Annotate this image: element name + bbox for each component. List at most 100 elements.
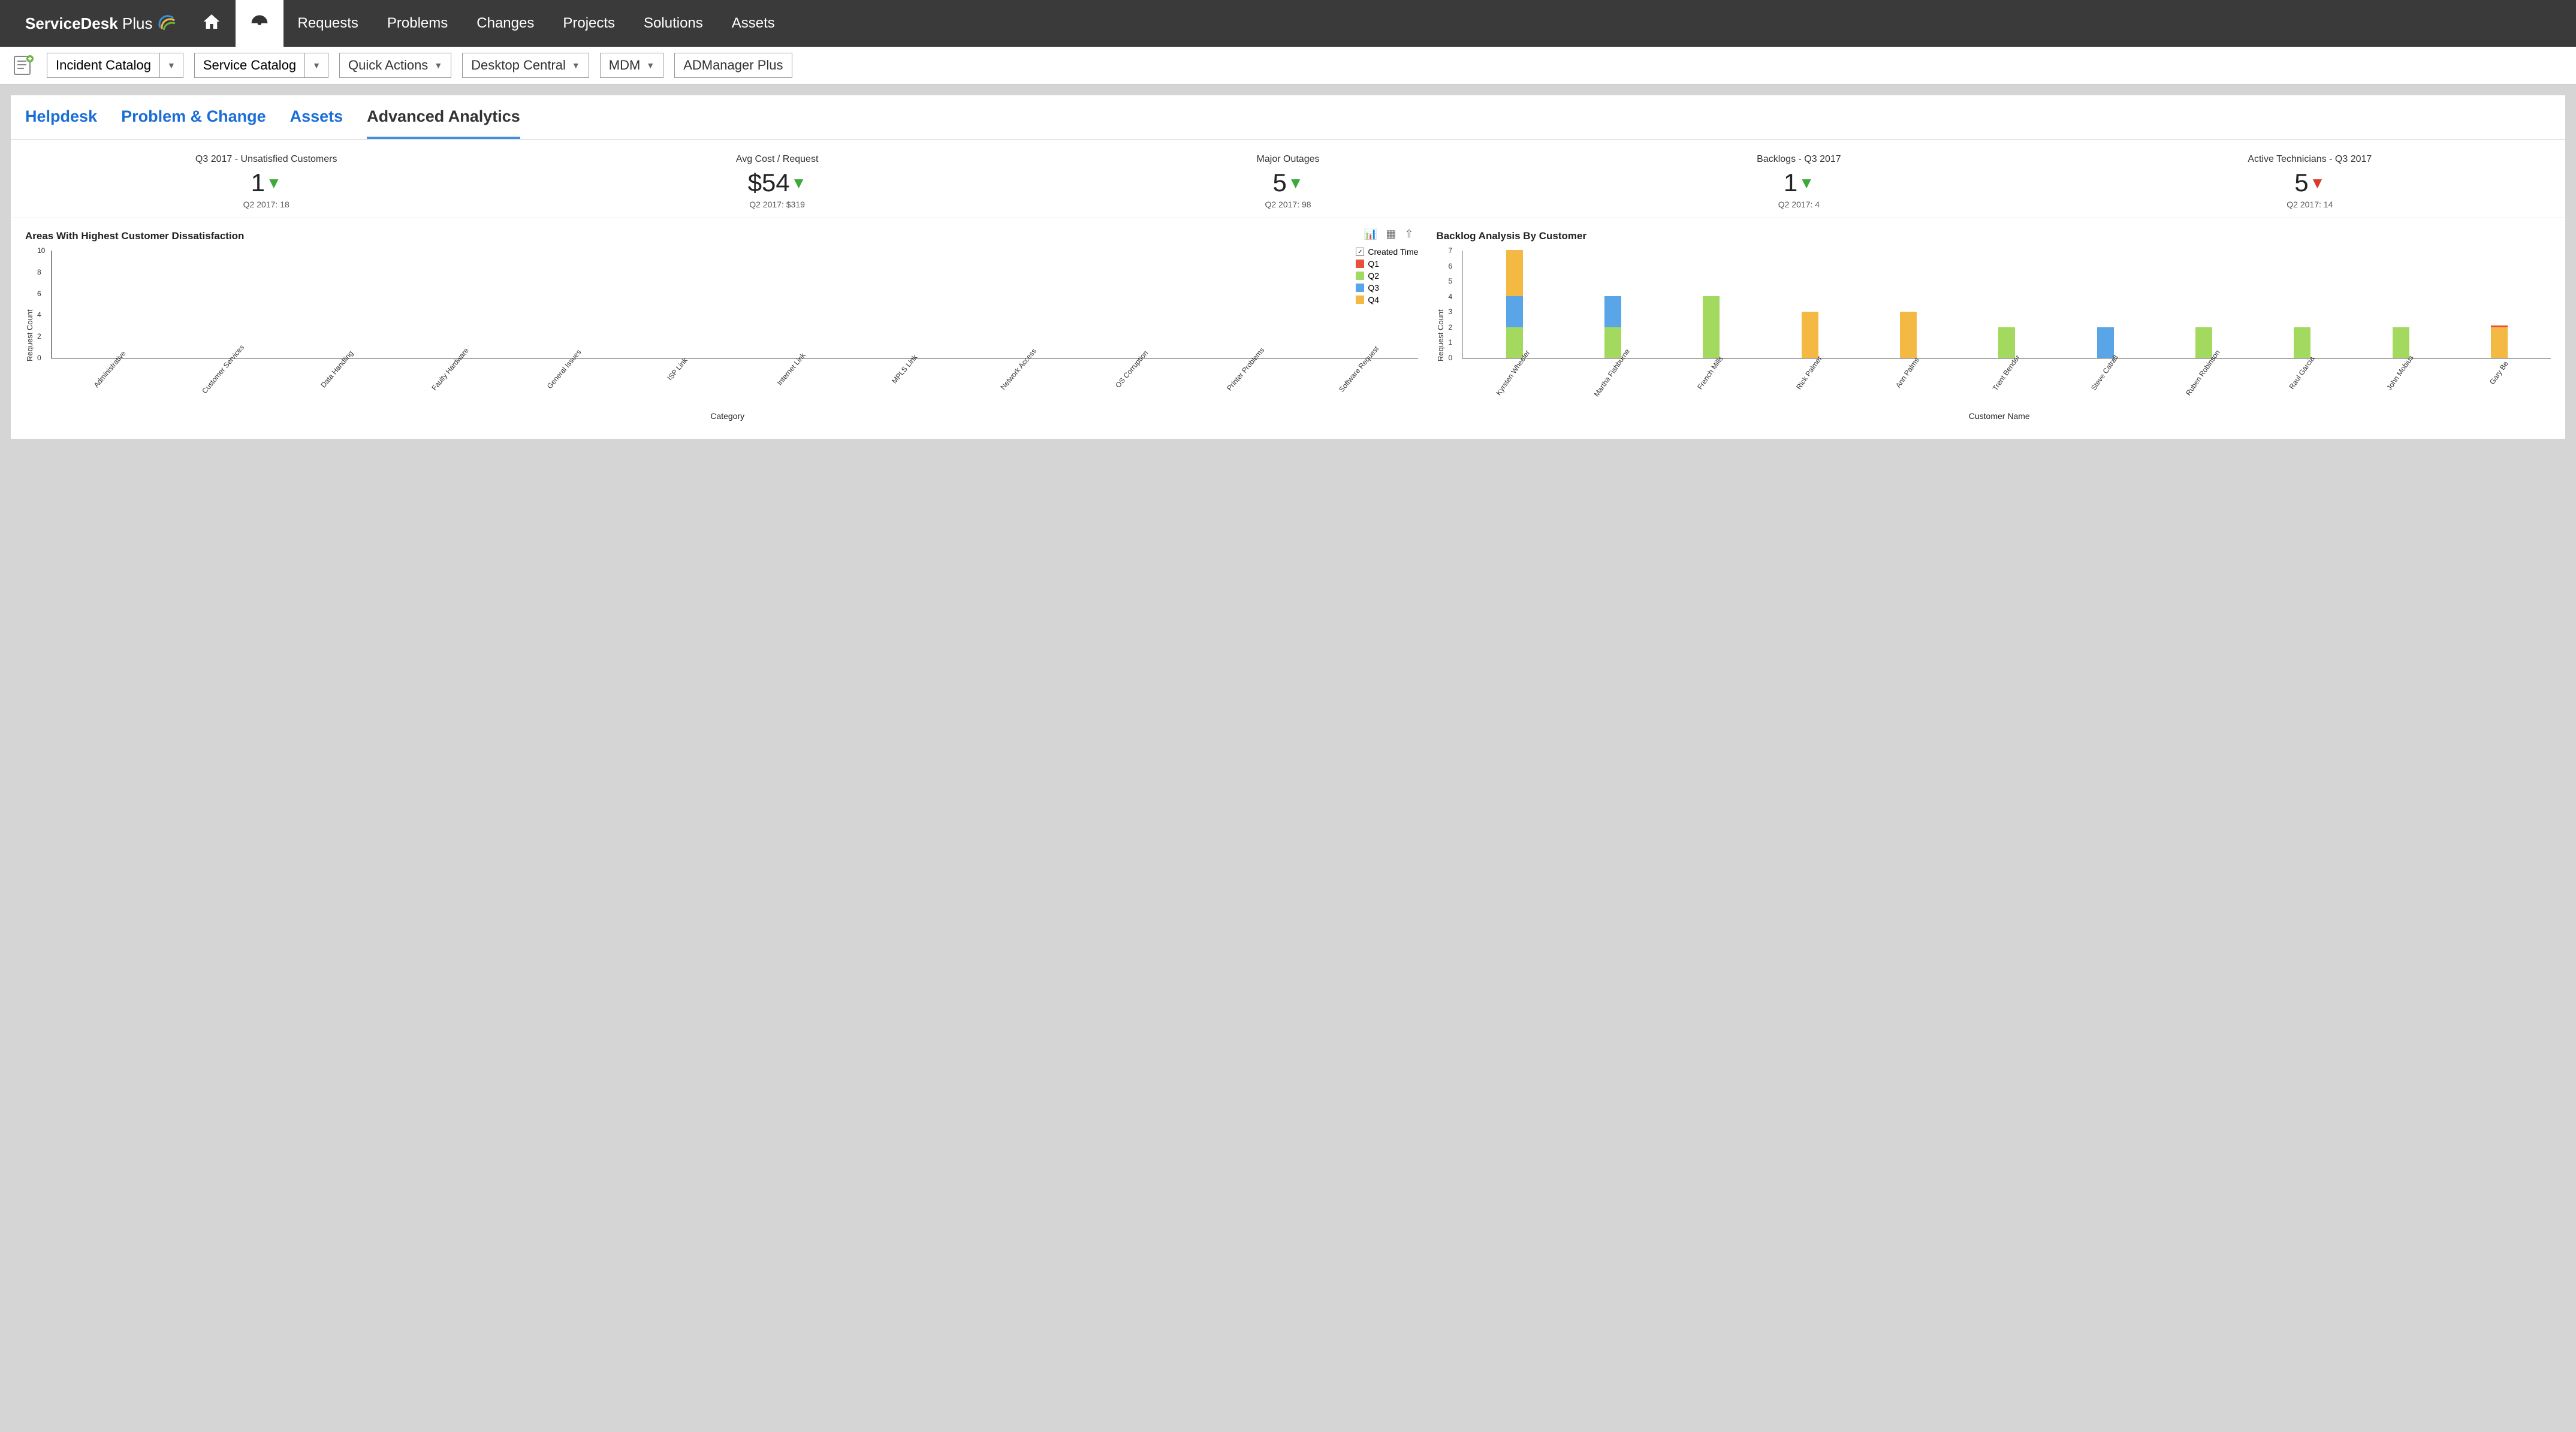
stack-bar[interactable]: [2491, 325, 2508, 358]
kpi-value: 5: [1272, 168, 1286, 197]
kpi-value: 5: [2294, 168, 2308, 197]
kpi-card: Active Technicians - Q3 2017 5▼ Q2 2017:…: [2055, 154, 2565, 209]
kpi-value: 1: [251, 168, 265, 197]
brand-arc-icon: [156, 12, 177, 35]
desktop-central-label: Desktop Central: [471, 58, 566, 73]
service-catalog-label: Service Catalog: [194, 53, 305, 78]
stack-bar[interactable]: [2097, 327, 2114, 358]
x-labels: Kyrsten WheelerMartha FishburneFrench Mi…: [1462, 358, 2551, 406]
stack-segment: [1506, 327, 1523, 358]
stack-segment: [1998, 327, 2015, 358]
tab-advanced-analytics[interactable]: Advanced Analytics: [367, 107, 520, 139]
brand-logo: ServiceDesk Plus: [0, 12, 188, 35]
nav-solutions[interactable]: Solutions: [629, 0, 717, 47]
stack-bar[interactable]: [1604, 296, 1621, 358]
nav-problems[interactable]: Problems: [373, 0, 462, 47]
y-tick: 0: [37, 354, 41, 362]
y-tick: 7: [1448, 246, 1452, 255]
y-tick: 6: [37, 290, 41, 298]
tab-problem-change[interactable]: Problem & Change: [121, 107, 266, 139]
service-catalog-dropdown[interactable]: Service Catalog ▼: [194, 53, 328, 78]
quick-actions-label: Quick Actions: [348, 58, 428, 73]
home-icon: [202, 12, 221, 35]
stack-bar[interactable]: [1703, 296, 1720, 358]
stack-segment: [2491, 327, 2508, 358]
kpi-card: Avg Cost / Request $54▼ Q2 2017: $319: [521, 154, 1032, 209]
y-axis-label: Request Count: [1436, 251, 1445, 421]
chart-bar-icon[interactable]: 📊: [1364, 228, 1377, 240]
kpi-previous: Q2 2017: 98: [1047, 200, 1529, 209]
y-tick: 2: [1448, 323, 1452, 331]
nav-projects[interactable]: Projects: [548, 0, 629, 47]
nav-dashboard[interactable]: [236, 0, 283, 47]
stack-segment: [1604, 296, 1621, 327]
admanager-button[interactable]: ADManager Plus: [674, 53, 792, 78]
trend-down-icon: ▼: [1288, 174, 1304, 192]
chart-title: Areas With Highest Customer Dissatisfact…: [25, 230, 1418, 242]
y-tick: 8: [37, 268, 41, 276]
nav-requests[interactable]: Requests: [283, 0, 373, 47]
stack-segment: [1802, 312, 1818, 358]
kpi-value: $54: [748, 168, 790, 197]
stack-bar[interactable]: [1998, 327, 2015, 358]
stack-segment: [2294, 327, 2310, 358]
mdm-dropdown[interactable]: MDM ▼: [600, 53, 663, 78]
content-area: Helpdesk Problem & Change Assets Advance…: [0, 85, 2576, 450]
mdm-label: MDM: [609, 58, 641, 73]
chevron-down-icon: ▼: [434, 61, 442, 70]
chevron-down-icon: ▼: [572, 61, 580, 70]
kpi-title: Active Technicians - Q3 2017: [2069, 154, 2551, 165]
tab-assets[interactable]: Assets: [290, 107, 343, 139]
kpi-card: Q3 2017 - Unsatisfied Customers 1▼ Q2 20…: [11, 154, 521, 209]
kpi-title: Major Outages: [1047, 154, 1529, 165]
new-ticket-button[interactable]: [11, 53, 36, 78]
quick-actions-dropdown[interactable]: Quick Actions ▼: [339, 53, 451, 78]
chart-export-icon[interactable]: ⇪: [1404, 228, 1413, 240]
y-tick: 3: [1448, 307, 1452, 316]
chart-actions: 📊 ▦ ⇪: [1364, 228, 1414, 240]
nav-assets[interactable]: Assets: [717, 0, 789, 47]
tab-helpdesk[interactable]: Helpdesk: [25, 107, 97, 139]
kpi-previous: Q2 2017: $319: [536, 200, 1018, 209]
stack-bar[interactable]: [1900, 312, 1917, 358]
chevron-down-icon: ▼: [646, 61, 654, 70]
top-nav: ServiceDesk Plus Requests Problems Chang…: [0, 0, 2576, 47]
y-tick: 1: [1448, 338, 1452, 346]
stack-segment: [1506, 250, 1523, 296]
chevron-down-icon: ▼: [305, 53, 328, 78]
kpi-card: Backlogs - Q3 2017 1▼ Q2 2017: 4: [1543, 154, 2054, 209]
x-labels: AdministrativeCustomer ServicesData Hand…: [51, 358, 1418, 406]
desktop-central-dropdown[interactable]: Desktop Central ▼: [462, 53, 589, 78]
kpi-row: Q3 2017 - Unsatisfied Customers 1▼ Q2 20…: [11, 140, 2565, 218]
stack-segment: [2393, 327, 2409, 358]
y-tick: 2: [37, 332, 41, 340]
y-tick: 4: [1448, 293, 1452, 301]
stack-bar[interactable]: [2393, 327, 2409, 358]
nav-home[interactable]: [188, 0, 236, 47]
chart-bars: [1462, 251, 2551, 358]
y-tick: 0: [1448, 354, 1452, 362]
stack-segment: [1604, 327, 1621, 358]
chart-axes: 01234567: [1462, 251, 2551, 358]
chart-table-icon[interactable]: ▦: [1386, 228, 1396, 240]
stack-bar[interactable]: [1506, 250, 1523, 358]
stack-segment: [2097, 327, 2114, 358]
y-tick: 4: [37, 310, 41, 319]
incident-catalog-dropdown[interactable]: Incident Catalog ▼: [47, 53, 183, 78]
admanager-label: ADManager Plus: [683, 58, 783, 73]
chart-dissatisfaction: Areas With Highest Customer Dissatisfact…: [25, 230, 1418, 421]
toolbar: Incident Catalog ▼ Service Catalog ▼ Qui…: [0, 47, 2576, 85]
brand-text: ServiceDesk Plus: [25, 14, 153, 33]
stack-bar[interactable]: [1802, 312, 1818, 358]
trend-down-icon: ▼: [1799, 174, 1814, 192]
kpi-previous: Q2 2017: 14: [2069, 200, 2551, 209]
stack-bar[interactable]: [2294, 327, 2310, 358]
y-tick: 10: [37, 246, 45, 255]
y-tick: 6: [1448, 262, 1452, 270]
analytics-tabs: Helpdesk Problem & Change Assets Advance…: [11, 95, 2565, 140]
stack-bar[interactable]: [2195, 327, 2212, 358]
nav-changes[interactable]: Changes: [462, 0, 548, 47]
chart-title: Backlog Analysis By Customer: [1436, 230, 2551, 242]
stack-segment: [1506, 296, 1523, 327]
incident-catalog-label: Incident Catalog: [47, 53, 160, 78]
